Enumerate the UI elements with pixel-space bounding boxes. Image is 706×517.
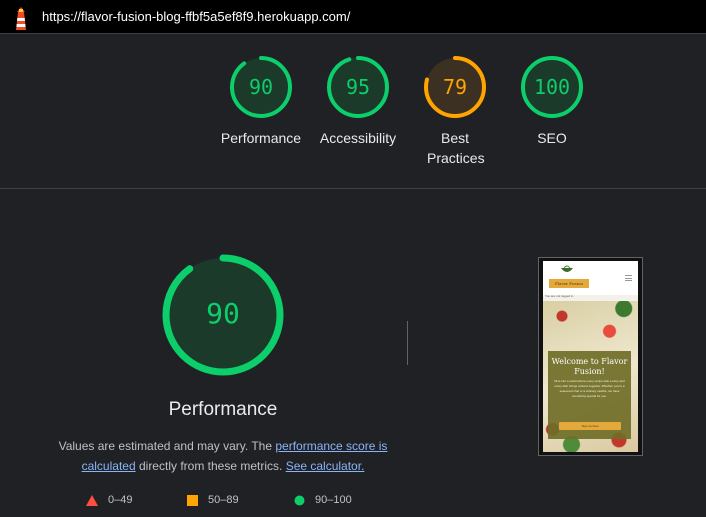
report-url[interactable]: https://flavor-fusion-blog-ffbf5a5ef8f9.… bbox=[42, 9, 350, 24]
performance-score-large: 90 bbox=[206, 297, 240, 330]
circle-icon bbox=[294, 495, 305, 505]
gauge-best-practices-ring: 79 bbox=[424, 56, 486, 118]
gauge-accessibility-ring: 95 bbox=[327, 56, 389, 118]
gauge-seo-ring: 100 bbox=[521, 56, 583, 118]
lighthouse-logo-icon bbox=[16, 7, 26, 30]
screenshot-header: Flavor Fusion bbox=[543, 261, 638, 295]
performance-description: Values are estimated and may vary. The p… bbox=[40, 436, 406, 476]
gauge-accessibility-score: 95 bbox=[346, 75, 370, 99]
gauge-seo-score: 100 bbox=[534, 75, 570, 99]
gauge-performance[interactable]: 90 Performance bbox=[211, 54, 311, 148]
gauge-performance-score: 90 bbox=[249, 75, 273, 99]
desc-text-1: Values are estimated and may vary. The bbox=[58, 439, 276, 453]
legend-fail: 0–49 bbox=[86, 494, 132, 506]
gauge-seo[interactable]: 100 SEO bbox=[502, 54, 602, 148]
section-divider bbox=[0, 188, 706, 189]
legend-pass-range: 90–100 bbox=[315, 494, 352, 506]
screenshot-page: Flavor Fusion You are not logged in Welc… bbox=[543, 261, 638, 452]
square-icon bbox=[187, 494, 198, 506]
desc-text-2: directly from these metrics. bbox=[135, 459, 286, 473]
performance-gauge-large: 90 bbox=[162, 254, 284, 376]
gauge-accessibility-label: Accessibility bbox=[319, 130, 397, 146]
gauge-seo-label: SEO bbox=[537, 130, 567, 146]
legend-average-range: 50–89 bbox=[208, 494, 239, 506]
triangle-icon bbox=[86, 494, 98, 506]
legend-pass: 90–100 bbox=[294, 494, 352, 506]
divider bbox=[0, 33, 706, 34]
hamburger-menu-icon bbox=[625, 275, 632, 281]
screenshot-login-note: You are not logged in bbox=[545, 294, 574, 298]
page-screenshot-thumbnail[interactable]: Flavor Fusion You are not logged in Welc… bbox=[538, 257, 643, 456]
screenshot-logo: Flavor Fusion bbox=[549, 279, 589, 288]
screenshot-heading: Welcome to Flavor Fusion! bbox=[551, 357, 628, 376]
gauge-best-practices-score: 79 bbox=[443, 75, 467, 99]
gauge-accessibility[interactable]: 95 Accessibility bbox=[308, 54, 408, 148]
legend-average: 50–89 bbox=[187, 494, 239, 506]
see-calculator-link[interactable]: See calculator. bbox=[286, 459, 365, 473]
screenshot-body: Dive into a world where every recipe tel… bbox=[554, 379, 625, 398]
bowl-logo-icon bbox=[561, 265, 573, 272]
screenshot-hero-card: Welcome to Flavor Fusion! Dive into a wo… bbox=[548, 351, 631, 439]
gauge-performance-label: Performance bbox=[220, 130, 302, 146]
gauge-best-practices-label: Best Practices bbox=[427, 130, 485, 166]
vertical-divider bbox=[407, 321, 408, 365]
gauge-performance-ring: 90 bbox=[230, 56, 292, 118]
performance-title: Performance bbox=[168, 399, 278, 420]
report-url-bar: https://flavor-fusion-blog-ffbf5a5ef8f9.… bbox=[0, 0, 706, 34]
gauge-best-practices[interactable]: 79 Best Practices bbox=[405, 54, 505, 168]
legend-fail-range: 0–49 bbox=[108, 494, 133, 506]
screenshot-signup-button: Sign up Now bbox=[559, 422, 621, 430]
